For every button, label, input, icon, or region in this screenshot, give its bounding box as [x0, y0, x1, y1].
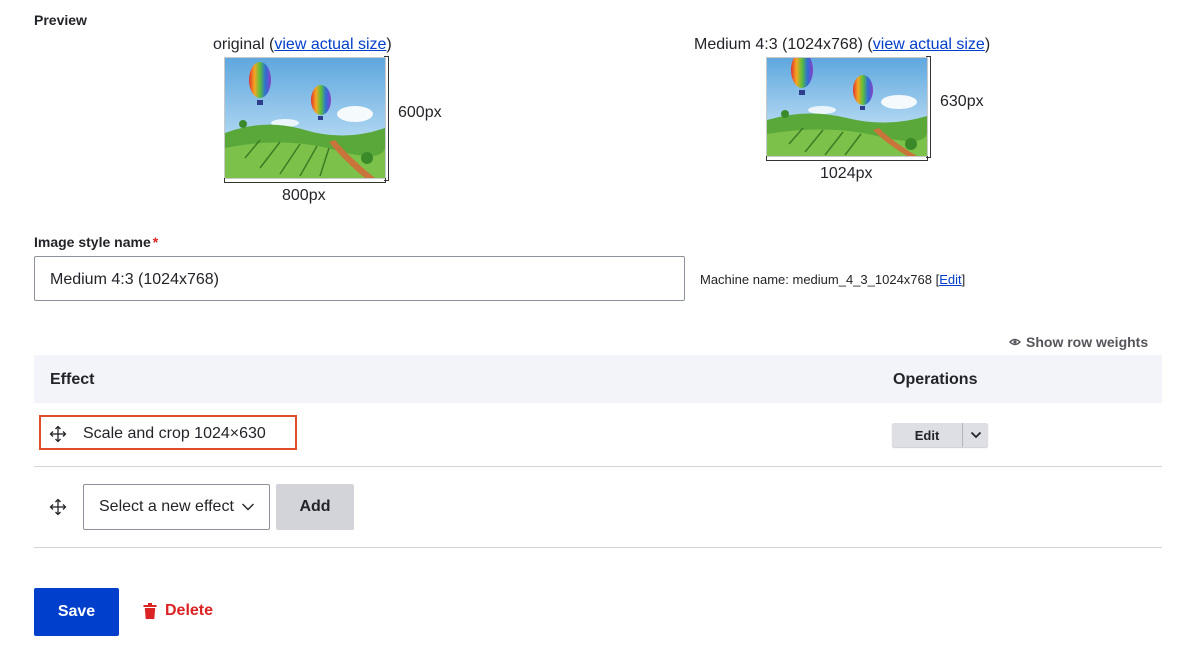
delete-link[interactable]: Delete [143, 602, 213, 620]
derivative-width-bracket [766, 156, 928, 161]
original-caption-text: original ( [213, 36, 275, 53]
image-style-name-input[interactable]: Medium 4:3 (1024x768) [34, 256, 685, 301]
balloon-landscape-cropped-image [767, 58, 927, 156]
edit-effect-button[interactable]: Edit [892, 423, 962, 447]
effect-column-header: Effect [50, 371, 95, 388]
derivative-view-actual-size-link[interactable]: view actual size [873, 36, 985, 53]
original-view-actual-size-link[interactable]: view actual size [274, 36, 386, 53]
machine-name-text: Machine name: medium_4_3_1024x768 [ [700, 272, 940, 287]
derivative-width-label: 1024px [820, 165, 873, 182]
derivative-caption-text: Medium 4:3 (1024x768) ( [694, 36, 873, 53]
drag-handle-icon[interactable] [49, 498, 67, 516]
machine-name-close: ] [961, 272, 966, 287]
effect-name: Scale and crop 1024×630 [83, 425, 266, 442]
original-width-label: 800px [282, 187, 326, 204]
operations-toggle-button[interactable] [962, 423, 988, 447]
derivative-caption: Medium 4:3 (1024x768) (view actual size) [694, 36, 990, 54]
derivative-preview-image[interactable] [766, 57, 928, 157]
required-marker: * [152, 234, 159, 250]
derivative-caption-close: ) [984, 36, 991, 53]
trash-icon [143, 603, 157, 619]
original-caption: original (view actual size) [213, 36, 392, 54]
machine-name-edit-link[interactable]: Edit [939, 272, 961, 287]
original-caption-close: ) [386, 36, 392, 53]
effects-table-header: Effect Operations [34, 355, 1162, 403]
operations-column-header: Operations [893, 371, 978, 388]
original-width-bracket [224, 178, 386, 183]
chevron-down-icon [970, 431, 981, 439]
original-preview-image[interactable] [224, 57, 386, 179]
operations-dropbutton: Edit [892, 423, 988, 447]
original-height-label: 600px [398, 104, 442, 121]
show-row-weights-button[interactable]: Show row weights [1009, 334, 1148, 350]
balloon-landscape-image [225, 58, 385, 178]
image-style-name-label: Image style name * [34, 234, 158, 250]
add-effect-button[interactable]: Add [276, 484, 354, 530]
eye-icon [1009, 338, 1021, 346]
image-style-name-label-text: Image style name [34, 234, 151, 250]
select-chevron-down-icon [241, 499, 255, 517]
save-button[interactable]: Save [34, 588, 119, 636]
derivative-height-label: 630px [940, 93, 984, 110]
drag-handle-icon[interactable] [49, 425, 67, 443]
derivative-height-bracket [926, 56, 931, 158]
show-row-weights-label: Show row weights [1026, 334, 1149, 350]
machine-name: Machine name: medium_4_3_1024x768 [Edit] [700, 272, 965, 287]
delete-label: Delete [165, 602, 214, 619]
preview-label: Preview [34, 12, 87, 28]
original-height-bracket [384, 56, 389, 181]
